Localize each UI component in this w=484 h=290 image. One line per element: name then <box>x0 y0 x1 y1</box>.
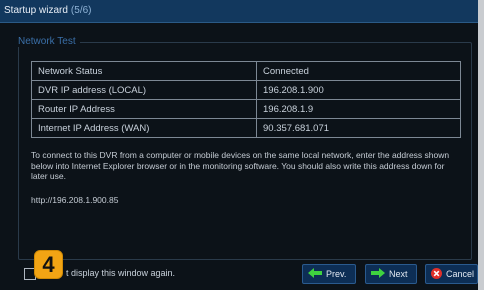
wizard-step: (5/6) <box>70 5 92 16</box>
background-panel-right <box>478 0 484 290</box>
table-row: DVR IP address (LOCAL) 196.208.1.900 <box>31 80 461 100</box>
dvr-url: http://196.208.1.900.85 <box>31 195 119 205</box>
table-cell-value: Connected <box>256 61 461 81</box>
next-button-label: Next <box>389 269 408 279</box>
next-button[interactable]: Next <box>365 264 417 284</box>
cancel-button-label: Cancel <box>446 269 475 279</box>
table-row: Internet IP Address (WAN) 90.357.681.071 <box>31 118 461 138</box>
table-cell-label: Internet IP Address (WAN) <box>31 118 257 138</box>
arrow-left-icon <box>308 268 322 280</box>
table-cell-label: Network Status <box>31 61 257 81</box>
title-bar: Startup wizard (5/6) <box>0 0 478 23</box>
table-cell-value: 196.208.1.900 <box>256 80 461 100</box>
startup-wizard-window: Startup wizard (5/6) Network Test Network… <box>0 0 478 290</box>
description-text: To connect to this DVR from a computer o… <box>31 150 450 181</box>
prev-button-label: Prev. <box>326 269 347 279</box>
table-cell-value: 90.357.681.071 <box>256 118 461 138</box>
cancel-button[interactable]: Cancel <box>425 264 478 284</box>
table-row: Network Status Connected <box>31 61 461 81</box>
dont-display-label: t display this window again. <box>66 268 176 278</box>
prev-button[interactable]: Prev. <box>302 264 356 284</box>
arrow-right-icon <box>371 268 385 280</box>
close-icon <box>431 267 442 281</box>
table-cell-label: DVR IP address (LOCAL) <box>31 80 257 100</box>
table-cell-value: 196.208.1.9 <box>256 99 461 119</box>
window-title: Startup wizard (5/6) <box>4 5 91 16</box>
group-legend: Network Test <box>14 36 80 47</box>
network-info-table: Network Status Connected DVR IP address … <box>31 61 461 138</box>
step-badge: 4 <box>34 250 63 279</box>
window-title-text: Startup wizard <box>4 5 68 16</box>
table-cell-label: Router IP Address <box>31 99 257 119</box>
table-row: Router IP Address 196.208.1.9 <box>31 99 461 119</box>
